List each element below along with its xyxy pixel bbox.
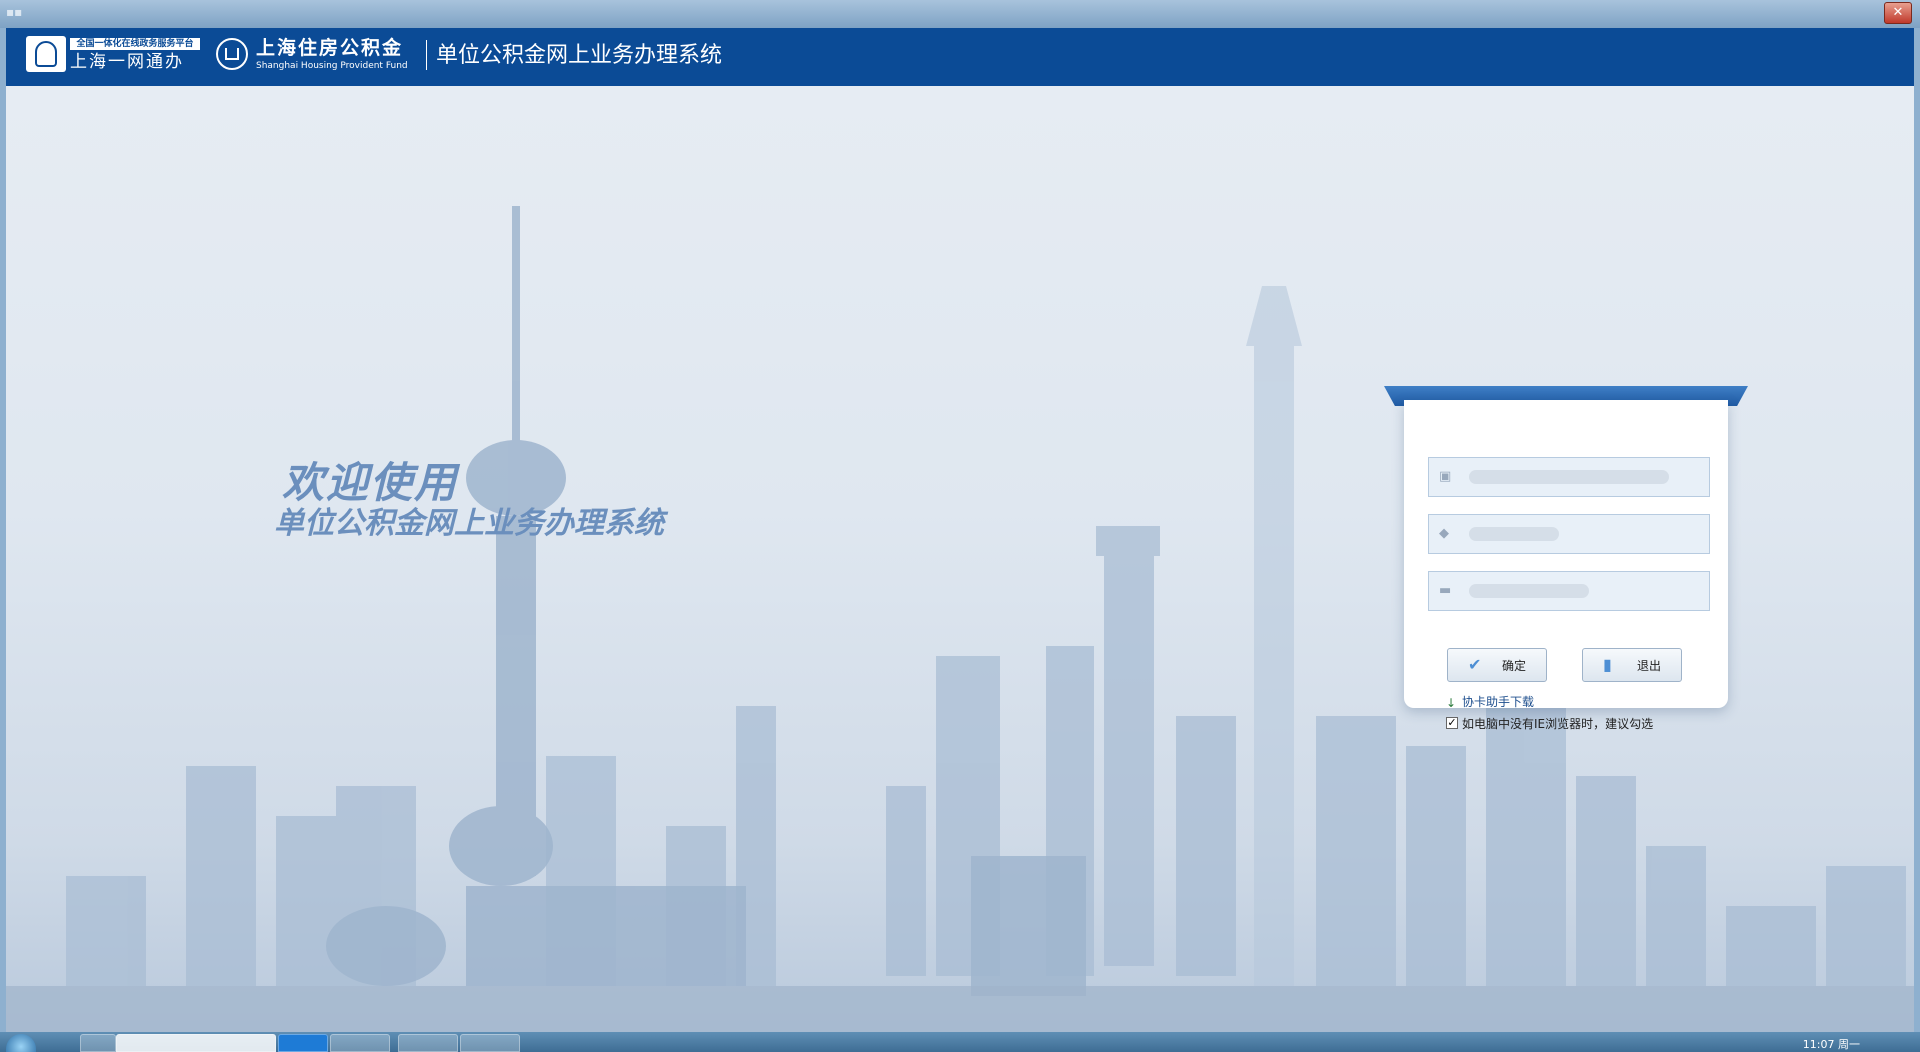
ie-checkbox[interactable]: ✓ (1446, 717, 1458, 729)
password-input[interactable] (1465, 578, 1699, 606)
account-input[interactable] (1465, 464, 1699, 492)
provident-fund-english-name: Shanghai Housing Provident Fund (256, 61, 408, 71)
certificate-field[interactable]: ◆ (1428, 514, 1710, 554)
header-bar: 全国一体化在线政务服务平台 上海一网通办 上海住房公积金 Shanghai Ho… (6, 28, 1914, 86)
taskbar-app-blue[interactable] (278, 1034, 328, 1052)
taskbar-app-browser[interactable] (116, 1034, 276, 1052)
taskbar-clock: 11:07 周一 (1802, 1038, 1860, 1051)
briefcase-icon: ▣ (1439, 469, 1452, 484)
welcome-heading: 欢迎使用 (282, 458, 459, 507)
confirm-label: 确定 (1502, 659, 1527, 673)
window-frame-right (1914, 28, 1920, 1032)
yiwang-subtitle: 全国一体化在线政务服务平台 (70, 38, 200, 50)
taskbar: 11:07 周一 (0, 1032, 1920, 1052)
yiwang-title: 上海一网通办 (70, 52, 184, 72)
window-titlebar: ▪▪ ✕ (0, 0, 1920, 28)
taskbar-app-chat[interactable] (398, 1034, 458, 1052)
assistant-download-link[interactable]: 协卡助手下载 (1462, 694, 1534, 710)
ie-checkbox-label: 如电脑中没有IE浏览器时，建议勾选 (1462, 717, 1654, 731)
exit-button[interactable]: ▮ 退出 (1582, 648, 1682, 682)
exit-door-icon: ▮ (1603, 655, 1612, 674)
taskbar-app-icon[interactable] (80, 1034, 116, 1052)
close-button[interactable]: ✕ (1884, 2, 1912, 24)
tag-icon: ◆ (1439, 526, 1449, 541)
account-field[interactable]: ▣ (1428, 457, 1710, 497)
window-icon: ▪▪ (6, 5, 23, 19)
provident-fund-logo-icon (216, 38, 248, 70)
password-field[interactable]: ▬ (1428, 571, 1710, 611)
exit-label: 退出 (1637, 659, 1662, 673)
provident-fund-name: 上海住房公积金 (256, 37, 404, 59)
yiwang-logo-icon (26, 36, 66, 72)
confirm-button[interactable]: ✔ 确定 (1447, 648, 1547, 682)
system-title: 单位公积金网上业务办理系统 (436, 43, 723, 68)
header-divider (426, 40, 427, 70)
app-content: 全国一体化在线政务服务平台 上海一网通办 上海住房公积金 Shanghai Ho… (6, 28, 1914, 1032)
download-arrow-icon: ↓ (1446, 696, 1457, 710)
card-icon: ▬ (1439, 583, 1452, 598)
start-button[interactable] (6, 1034, 36, 1052)
taskbar-app-red[interactable] (330, 1034, 390, 1052)
login-panel: ▣ ◆ ▬ ✔ 确定 ▮ 退出 ↓ 协卡助手下载 ✓ 如电脑中没有IE浏览器时，… (1404, 400, 1728, 731)
certificate-input[interactable] (1465, 521, 1699, 549)
taskbar-app-yellow[interactable] (460, 1034, 520, 1052)
welcome-system-name: 单位公积金网上业务办理系统 (274, 506, 664, 541)
checkmark-icon: ✔ (1468, 655, 1482, 674)
